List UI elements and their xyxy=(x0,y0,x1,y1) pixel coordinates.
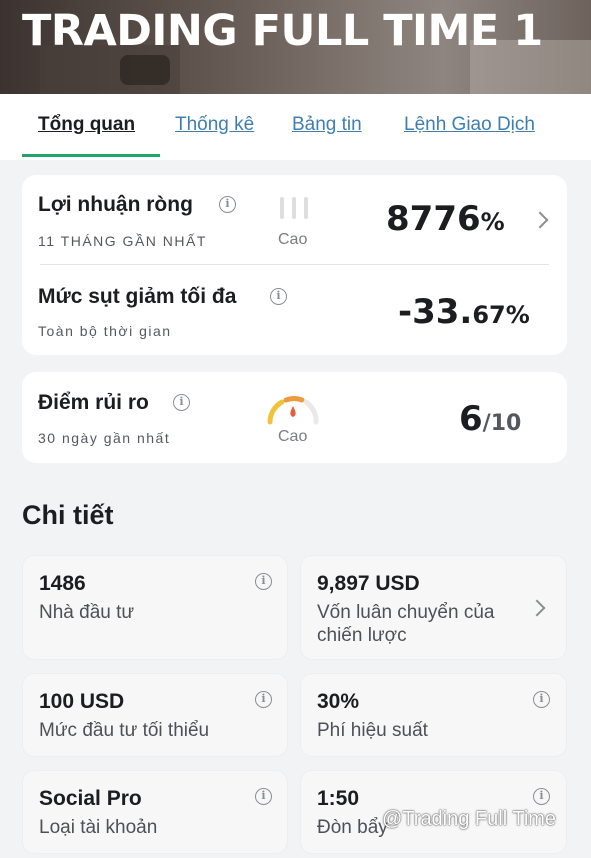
banner-photo-chair xyxy=(120,55,170,85)
info-icon[interactable]: i xyxy=(219,196,236,213)
tab-bar: Tổng quan Thống kê Bảng tin Lệnh Giao Dị… xyxy=(0,94,591,160)
account-type-value: Social Pro xyxy=(39,787,142,810)
strategy-title: TRADING FULL TIME 1 xyxy=(22,6,543,56)
detail-tile-performance-fee: 30% Phí hiệu suất i xyxy=(300,673,567,757)
risk-score-title: Điểm rủi ro xyxy=(38,391,149,414)
account-type-label: Loại tài khoản xyxy=(39,817,158,838)
info-icon[interactable]: i xyxy=(255,788,272,805)
info-icon[interactable]: i xyxy=(270,288,287,305)
risk-card: Điểm rủi ro i 30 ngày gần nhất Cao 6/10 xyxy=(22,372,567,463)
watermark-text: @Trading Full Time xyxy=(382,808,557,830)
active-tab-indicator xyxy=(22,154,160,157)
max-drawdown-value: -33.67% xyxy=(398,292,530,332)
chevron-right-icon[interactable] xyxy=(531,211,549,229)
performance-card: Lợi nhuận ròng i 11 THÁNG GẦN NHẤT Cao 8… xyxy=(22,175,567,355)
tab-orders[interactable]: Lệnh Giao Dịch xyxy=(404,114,535,136)
net-profit-level: Cao xyxy=(278,231,308,248)
card-divider xyxy=(40,264,549,265)
info-icon[interactable]: i xyxy=(255,573,272,590)
risk-score-value: 6/10 xyxy=(459,399,522,439)
chevron-right-icon[interactable] xyxy=(528,599,546,617)
risk-gauge-icon xyxy=(267,396,319,425)
tab-overview[interactable]: Tổng quan xyxy=(38,114,135,136)
info-icon[interactable]: i xyxy=(173,394,190,411)
performance-fee-label: Phí hiệu suất xyxy=(317,720,428,741)
performance-fee-value: 30% xyxy=(317,690,360,713)
details-title: Chi tiết xyxy=(22,500,114,530)
min-investment-label: Mức đầu tư tối thiểu xyxy=(39,720,210,741)
min-investment-value: 100 USD xyxy=(39,690,125,713)
info-icon[interactable]: i xyxy=(255,691,272,708)
risk-level: Cao xyxy=(278,428,308,445)
detail-tile-min-investment: 100 USD Mức đầu tư tối thiểu i xyxy=(22,673,288,757)
strategy-capital-label: Vốn luân chuyển của chiến lược xyxy=(317,602,495,646)
net-profit-period: 11 THÁNG GẦN NHẤT xyxy=(38,233,207,249)
detail-tile-account-type: Social Pro Loại tài khoản i xyxy=(22,770,288,854)
info-icon[interactable]: i xyxy=(533,788,550,805)
strategy-capital-value: 9,897 USD xyxy=(317,572,420,595)
leverage-label: Đòn bẩy xyxy=(317,817,388,838)
leverage-value: 1:50 xyxy=(317,787,360,810)
investors-value: 1486 xyxy=(39,572,86,595)
info-icon[interactable]: i xyxy=(533,691,550,708)
max-drawdown-title: Mức sụt giảm tối đa xyxy=(38,285,237,308)
investors-label: Nhà đầu tư xyxy=(39,602,135,623)
detail-tile-investors: 1486 Nhà đầu tư i xyxy=(22,555,288,660)
net-profit-title: Lợi nhuận ròng xyxy=(38,193,193,216)
tab-statistics[interactable]: Thống kê xyxy=(175,114,254,136)
tab-feed[interactable]: Bảng tin xyxy=(292,114,362,136)
risk-score-period: 30 ngày gần nhất xyxy=(38,430,171,446)
max-drawdown-period: Toàn bộ thời gian xyxy=(38,323,172,339)
detail-tile-strategy-capital[interactable]: 9,897 USD Vốn luân chuyển của chiến lược xyxy=(300,555,567,660)
header-banner: TRADING FULL TIME 1 xyxy=(0,0,591,94)
net-profit-value: 8776% xyxy=(386,199,505,239)
